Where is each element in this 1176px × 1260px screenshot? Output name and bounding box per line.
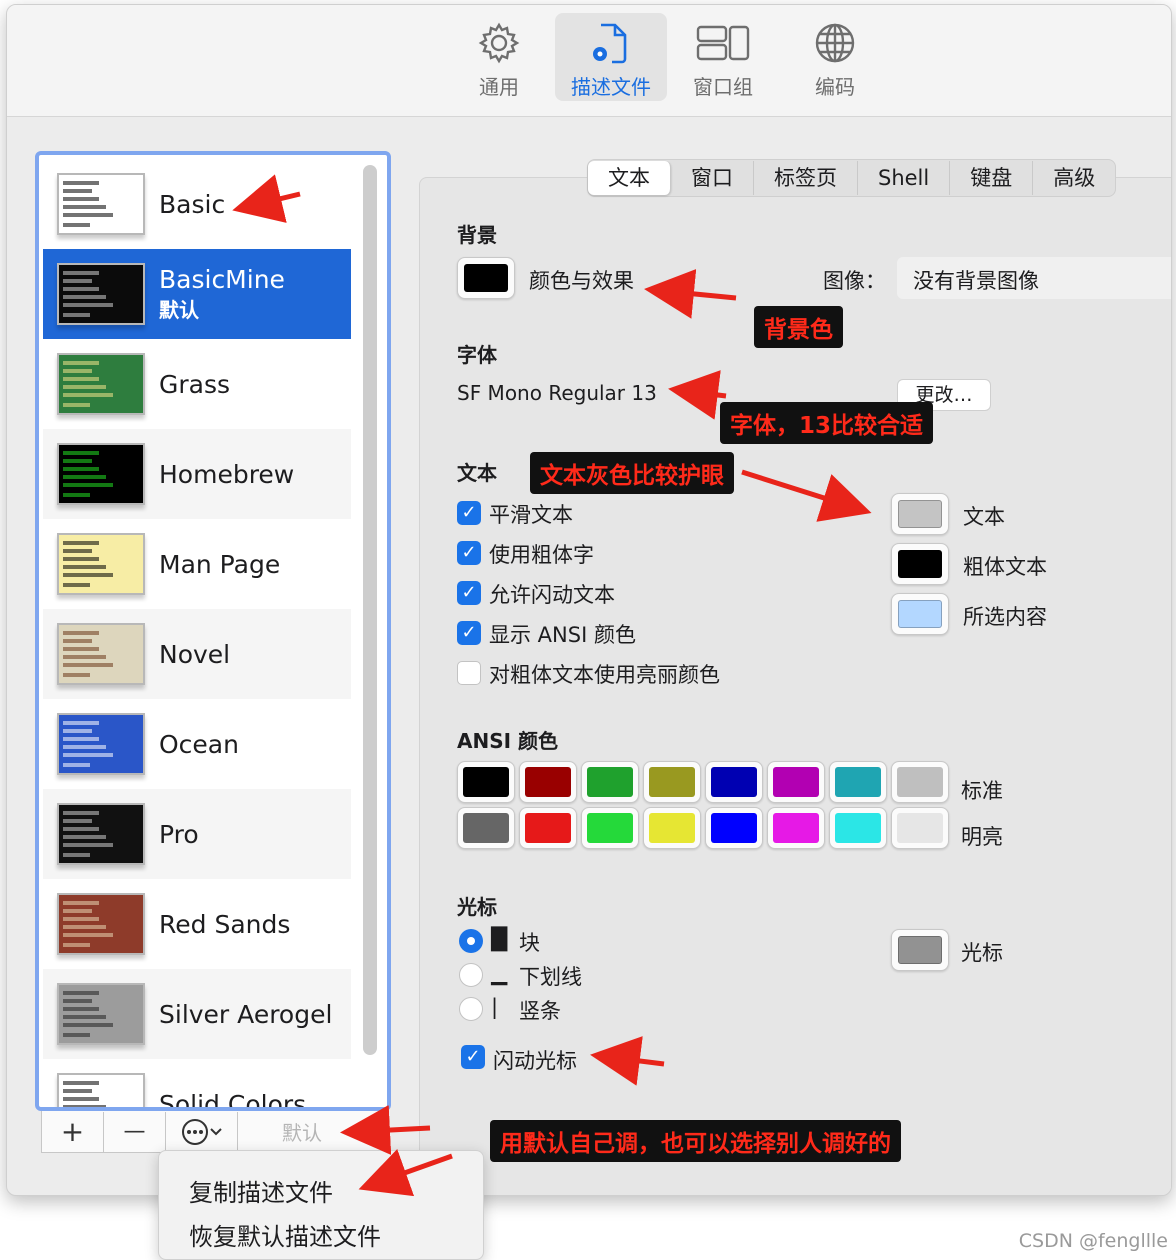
arrow-to-basic bbox=[232, 174, 301, 223]
arrow-to-font bbox=[668, 370, 727, 420]
arrow-to-text-color bbox=[741, 469, 872, 522]
arrow-to-default bbox=[340, 1105, 431, 1155]
annotation-arrows bbox=[232, 174, 872, 1197]
arrow-to-blink bbox=[590, 1036, 665, 1086]
arrow-to-menu bbox=[358, 1149, 453, 1197]
watermark: CSDN @fengllle bbox=[1018, 1230, 1168, 1252]
arrow-to-bg-color bbox=[644, 269, 737, 319]
